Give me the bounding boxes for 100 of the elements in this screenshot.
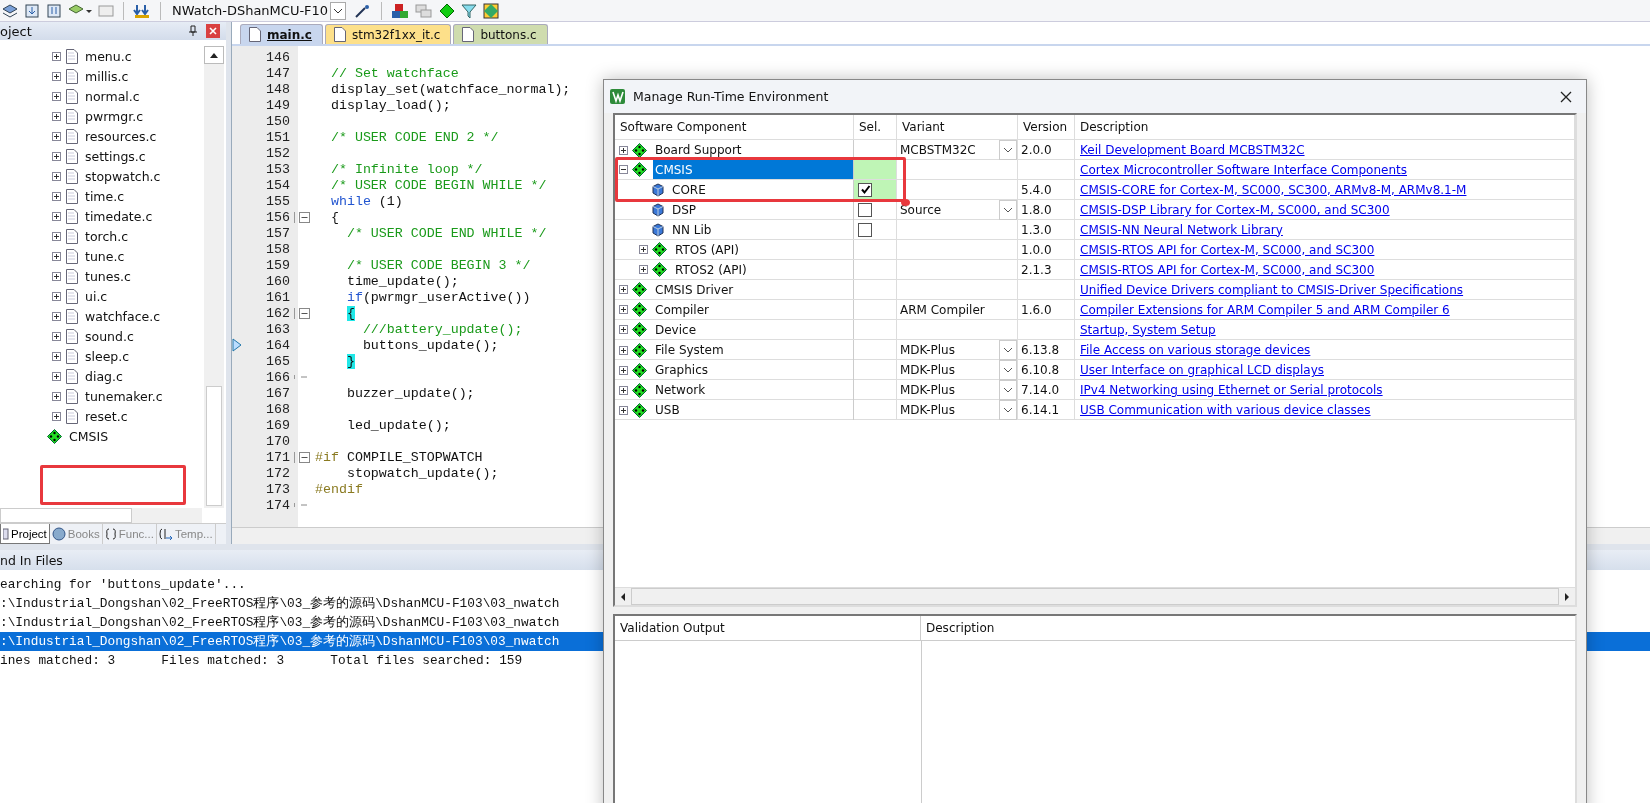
component-name[interactable]: USB: [653, 400, 853, 420]
expand-icon[interactable]: [52, 411, 61, 421]
scrollbar-thumb[interactable]: [0, 508, 132, 523]
tree-item[interactable]: millis.c: [85, 68, 129, 84]
expand-icon[interactable]: [52, 131, 61, 141]
column-header[interactable]: Variant: [897, 115, 1018, 139]
component-name[interactable]: Compiler: [653, 300, 853, 319]
expand-icon[interactable]: [52, 311, 61, 321]
expand-icon[interactable]: [619, 365, 628, 375]
description-link[interactable]: Cortex Microcontroller Software Interface Components: [1078, 162, 1407, 177]
expand-icon[interactable]: [52, 111, 61, 121]
component-name[interactable]: Board Support: [653, 140, 853, 160]
file-tab[interactable]: main.c: [240, 24, 323, 44]
dropdown-button[interactable]: [999, 140, 1017, 160]
target-dropdown[interactable]: NWatch-DShanMCU-F10: [170, 1, 349, 20]
tree-item[interactable]: CMSIS: [69, 428, 109, 444]
description-link[interactable]: Unified Device Drivers compliant to CMSIS-Driver Specifications: [1078, 282, 1464, 297]
collapse-icon[interactable]: [298, 307, 310, 319]
dropdown-button[interactable]: [999, 340, 1017, 360]
component-name[interactable]: File System: [653, 340, 853, 360]
tree-item[interactable]: time.c: [85, 188, 125, 204]
column-header[interactable]: Description: [1075, 115, 1575, 139]
description-link[interactable]: Compiler Extensions for ARM Compiler 5 and ARM Compiler 6: [1078, 302, 1450, 317]
component-name[interactable]: Graphics: [653, 360, 853, 380]
scroll-up-icon[interactable]: [204, 46, 224, 64]
expand-icon[interactable]: [639, 265, 648, 274]
column-header[interactable]: Description: [921, 616, 995, 640]
expand-icon[interactable]: [52, 91, 61, 101]
description-link[interactable]: File Access on various storage devices: [1078, 343, 1311, 357]
expand-icon[interactable]: [52, 151, 61, 161]
checkbox[interactable]: [858, 203, 872, 217]
checkbox[interactable]: [858, 182, 872, 197]
description-link[interactable]: Startup, System Setup: [1078, 322, 1216, 337]
close-icon[interactable]: [1560, 90, 1572, 103]
checkered-icon[interactable]: [483, 2, 500, 19]
tree-item[interactable]: settings.c: [85, 148, 146, 164]
column-header[interactable]: Version: [1018, 115, 1075, 139]
component-name[interactable]: Device: [653, 320, 853, 339]
component-name[interactable]: DSP: [670, 200, 853, 220]
collapse-icon[interactable]: [298, 451, 310, 463]
collapse-icon[interactable]: [298, 211, 310, 223]
expand-icon[interactable]: [52, 351, 61, 361]
expand-icon[interactable]: [52, 371, 61, 381]
dropdown-button[interactable]: [999, 380, 1017, 400]
expand-icon[interactable]: [52, 51, 61, 61]
dropdown-button[interactable]: [999, 360, 1017, 380]
expand-icon[interactable]: [52, 191, 61, 201]
description-link[interactable]: CMSIS-NN Neural Network Library: [1078, 222, 1283, 237]
tree-item[interactable]: diag.c: [85, 368, 123, 384]
tree-item[interactable]: torch.c: [85, 228, 129, 244]
tree-item[interactable]: sound.c: [85, 328, 134, 344]
component-name[interactable]: RTOS (API): [673, 240, 853, 259]
scrollbar[interactable]: [0, 508, 202, 523]
funnel-icon[interactable]: [461, 2, 478, 19]
description-link[interactable]: CMSIS-RTOS API for Cortex-M, SC000, and SC300: [1078, 242, 1375, 257]
panel-tab[interactable]: Project: [0, 524, 50, 544]
expand-icon[interactable]: [639, 245, 648, 254]
expand-icon[interactable]: [52, 171, 61, 181]
description-link[interactable]: CMSIS-DSP Library for Cortex-M, SC000, and SC300: [1078, 203, 1390, 217]
expand-icon[interactable]: [619, 305, 628, 314]
component-name[interactable]: CORE: [670, 180, 853, 199]
tree-item[interactable]: normal.c: [85, 88, 140, 104]
file-tab[interactable]: stm32f1xx_it.c: [324, 24, 452, 44]
expand-icon[interactable]: [52, 251, 61, 261]
expand-icon[interactable]: [619, 325, 628, 334]
layers-icon[interactable]: [2, 2, 18, 19]
column-header[interactable]: Validation Output: [615, 616, 921, 640]
component-name[interactable]: NN Lib: [670, 220, 853, 239]
expand-icon[interactable]: [52, 291, 61, 301]
tree-item[interactable]: tune.c: [85, 248, 125, 264]
tree-item[interactable]: menu.c: [85, 48, 132, 64]
tree-item[interactable]: ui.c: [85, 288, 108, 304]
diamond-icon[interactable]: [439, 2, 456, 19]
expand-icon[interactable]: [619, 385, 628, 395]
component-name[interactable]: CMSIS: [653, 160, 853, 179]
download-arrows-icon[interactable]: [133, 2, 151, 19]
dropdown-button[interactable]: [999, 200, 1017, 220]
pin-icon[interactable]: [188, 25, 198, 37]
tree-item[interactable]: sleep.c: [85, 348, 130, 364]
checkbox[interactable]: [858, 222, 872, 237]
tree-item[interactable]: timedate.c: [85, 208, 153, 224]
expand-icon[interactable]: [52, 211, 61, 221]
expand-icon[interactable]: [619, 165, 628, 174]
expand-icon[interactable]: [52, 231, 61, 241]
expand-icon[interactable]: [619, 285, 628, 294]
component-name[interactable]: CMSIS Driver: [653, 280, 853, 299]
component-name[interactable]: Network: [653, 380, 853, 400]
description-link[interactable]: USB Communication with various device classes: [1078, 403, 1371, 417]
expand-icon[interactable]: [619, 405, 628, 415]
tree-item[interactable]: stopwatch.c: [85, 168, 161, 184]
dropdown-button[interactable]: [999, 400, 1017, 420]
description-link[interactable]: CMSIS-RTOS API for Cortex-M, SC000, and SC300: [1078, 262, 1375, 277]
tree-item[interactable]: resources.c: [85, 128, 157, 144]
file-tab[interactable]: buttons.c: [453, 24, 548, 44]
column-header[interactable]: Sel.: [854, 115, 897, 139]
tree-item[interactable]: watchface.c: [85, 308, 161, 324]
blocks-icon[interactable]: [391, 2, 410, 19]
scrollbar[interactable]: [204, 46, 224, 508]
expand-icon[interactable]: [619, 145, 628, 155]
expand-icon[interactable]: [52, 271, 61, 281]
